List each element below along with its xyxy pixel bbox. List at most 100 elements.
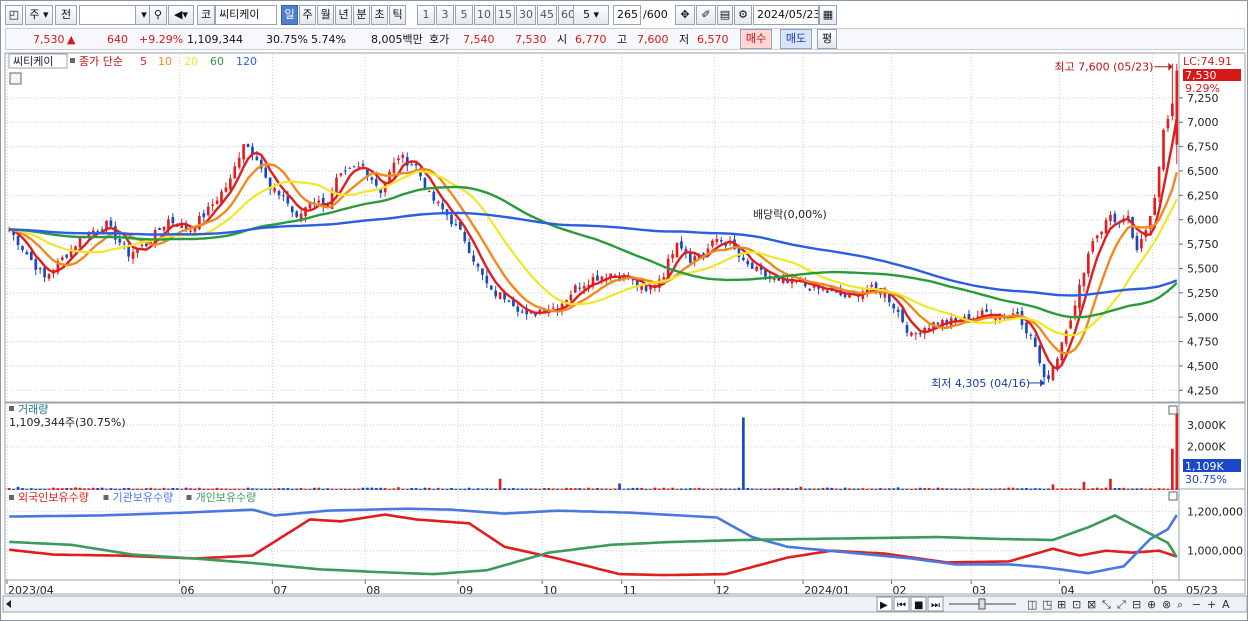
volume-close-icon[interactable] — [1168, 405, 1178, 415]
minute-preset-10[interactable]: 10 — [474, 5, 494, 25]
candle-body — [339, 173, 343, 176]
volume-bar — [1011, 487, 1015, 490]
volume-bar — [136, 488, 139, 490]
sound-icon[interactable]: ◀▾ — [168, 5, 194, 25]
sell-button[interactable]: 매도 — [780, 29, 812, 49]
candle-body — [1157, 166, 1161, 198]
candle-body — [918, 332, 922, 335]
ask-label: 호가 — [429, 33, 450, 46]
candle-body — [295, 211, 299, 217]
volume-bar — [808, 488, 812, 490]
calendar-icon[interactable]: ▦ — [819, 5, 837, 25]
volume-bar — [308, 489, 312, 490]
period-tab-0[interactable]: 일 — [281, 5, 298, 25]
volume-bar — [883, 488, 887, 490]
candle-body — [423, 177, 427, 190]
table-toggle-icon[interactable] — [9, 72, 22, 85]
volume-bar — [458, 489, 462, 490]
price-tick-label: 5,500 — [1187, 262, 1219, 275]
volume-bar — [144, 488, 148, 490]
volume-bar — [936, 487, 940, 490]
volume-bar — [304, 489, 307, 490]
volume-bar — [180, 488, 184, 490]
candle-body — [507, 300, 511, 302]
date-input[interactable]: 2024/05/23 — [753, 5, 819, 25]
candle-body — [233, 166, 237, 179]
volume-bar — [259, 488, 263, 490]
volume-bar — [923, 488, 927, 490]
candle-body — [485, 275, 489, 284]
x-label: 07 — [273, 584, 287, 597]
volume-bar — [529, 488, 533, 490]
volume-bar — [1162, 488, 1165, 490]
crosshair-icon[interactable]: ✥ — [675, 5, 695, 25]
volume-bar — [892, 488, 896, 490]
candle-body — [273, 188, 276, 192]
count-select[interactable]: 5 ▾ — [573, 5, 609, 25]
volume-bar — [556, 488, 559, 490]
volume-bar — [330, 488, 334, 490]
volume-bar — [83, 488, 86, 490]
minute-preset-30[interactable]: 30 — [516, 5, 536, 25]
average-button[interactable]: 평 — [817, 29, 837, 49]
volume-bar — [826, 487, 829, 490]
ma-legend-prefix: 종가 단순 — [79, 55, 123, 68]
volume-bar — [525, 488, 528, 490]
candle-body — [450, 214, 453, 225]
volume-bar — [671, 487, 674, 490]
minute-preset-5[interactable]: 5 — [455, 5, 473, 25]
candle-body — [1064, 331, 1068, 344]
buy-button[interactable]: 매수 — [740, 29, 772, 49]
window-menu-icon[interactable]: ◰ — [5, 5, 23, 25]
minute-preset-15[interactable]: 15 — [495, 5, 515, 25]
candle-body — [1162, 130, 1165, 170]
volume-bar — [273, 488, 276, 490]
gear-icon[interactable]: ⚙ — [734, 5, 752, 25]
minute-preset-3[interactable]: 3 — [436, 5, 454, 25]
period-tab-4[interactable]: 분 — [353, 5, 370, 25]
volume-bar — [865, 489, 869, 490]
volume-bar — [799, 486, 803, 490]
search-icon[interactable]: ⚲ — [149, 5, 167, 25]
volume-bar — [932, 488, 935, 490]
draw-tool-icon[interactable]: ✐ — [696, 5, 716, 25]
stock-code-input[interactable]: 260930 — [79, 5, 137, 25]
volume-bar — [153, 488, 157, 490]
candle-body — [140, 245, 144, 247]
zoom-slider-thumb[interactable] — [978, 598, 986, 610]
candle-body — [60, 257, 64, 260]
volume-bar — [538, 489, 542, 490]
period-tab-2[interactable]: 월 — [317, 5, 334, 25]
volume-bar — [1064, 488, 1068, 490]
period-tab-5[interactable]: 초 — [371, 5, 388, 25]
company-name-field[interactable]: 씨티케이 — [215, 5, 277, 25]
volume-bar — [640, 487, 643, 490]
period-tab-3[interactable]: 년 — [335, 5, 352, 25]
volume-bar — [16, 486, 20, 490]
candle-body — [401, 154, 405, 158]
candle-body — [335, 177, 338, 194]
market-select[interactable]: 주 ▾ — [25, 5, 53, 25]
period-tab-1[interactable]: 주 — [299, 5, 316, 25]
chart-type-button[interactable]: 코 — [197, 5, 215, 25]
volume-bar — [140, 489, 144, 490]
candle-body — [994, 318, 997, 320]
holdings-legend-2: 개인보유수량 — [196, 491, 257, 504]
holdings-close-icon[interactable] — [1168, 491, 1178, 501]
x-label: 11 — [623, 584, 637, 597]
print-icon[interactable]: ▤ — [717, 5, 733, 25]
tool-icon-3: ⊡ — [1072, 598, 1081, 611]
volume-bar — [905, 488, 909, 490]
volume-bar — [344, 488, 347, 490]
period-tab-6[interactable]: 틱 — [389, 5, 406, 25]
stock-legend: 씨티케이 — [13, 55, 53, 68]
minute-preset-45[interactable]: 45 — [537, 5, 557, 25]
prev-select[interactable]: 전 — [55, 5, 77, 25]
volume-bar — [149, 487, 153, 490]
axis-frame-0 — [1178, 52, 1246, 403]
volume-bar — [12, 489, 15, 490]
volume-bar — [600, 488, 604, 490]
minute-preset-1[interactable]: 1 — [417, 5, 435, 25]
count-input[interactable]: 265 — [613, 5, 641, 25]
ma-legend-120: 120 — [236, 55, 257, 68]
